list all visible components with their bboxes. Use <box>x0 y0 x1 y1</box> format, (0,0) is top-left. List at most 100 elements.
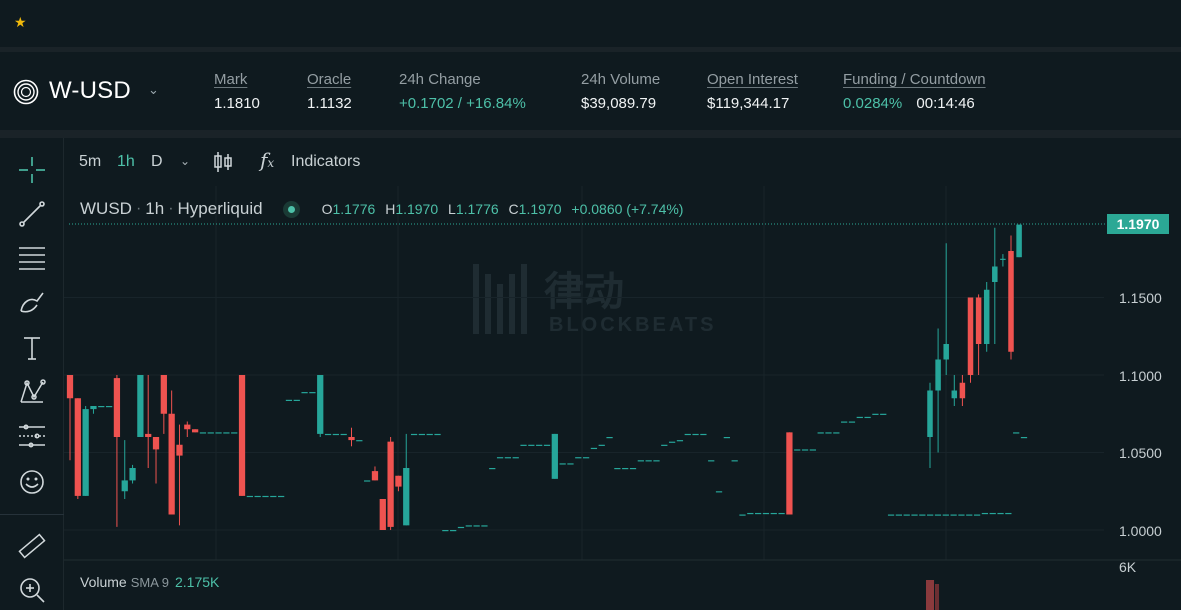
candle-body <box>919 514 926 516</box>
candle-body <box>817 432 824 434</box>
candle-body <box>645 460 652 462</box>
chart-legend: WUSD · 1h · Hyperliquid O1.1776 H1.1970 … <box>80 199 683 219</box>
candle-body <box>684 433 691 436</box>
ruler-icon[interactable] <box>14 528 50 564</box>
candle-body <box>121 480 128 492</box>
candle-body <box>270 495 277 498</box>
candle-body <box>129 468 136 481</box>
price-chart[interactable]: 律动 BLOCKBEATS WUSD · 1h · Hyperliquid O1… <box>64 186 1181 610</box>
market-symbol[interactable]: W-USD <box>49 77 131 105</box>
candle-body <box>582 457 590 459</box>
favorite-star-icon[interactable]: ★ <box>14 14 27 31</box>
candle-body <box>950 514 957 516</box>
volume-label: Volume <box>80 574 127 590</box>
interval-1h[interactable]: 1h <box>117 153 135 171</box>
candle-body <box>661 444 668 446</box>
candle-body <box>285 399 293 401</box>
stat-label[interactable]: Mark <box>214 71 260 88</box>
stat-label[interactable]: Oracle <box>307 71 352 88</box>
candle-body <box>715 491 723 493</box>
y-axis-tick: 1.1000 <box>1119 368 1162 384</box>
candle-body <box>387 441 394 527</box>
candle-body <box>184 424 191 430</box>
candle-body <box>238 375 246 496</box>
candle-body <box>1020 437 1028 439</box>
candle-body <box>992 266 998 282</box>
candle-body <box>864 416 871 419</box>
candle-body <box>551 433 558 479</box>
candle-body <box>747 512 754 515</box>
candle-body <box>942 514 949 516</box>
horizontal-lines-icon[interactable] <box>14 240 50 276</box>
candle-body <box>1005 512 1012 515</box>
candles-plot <box>64 186 1181 610</box>
stat-value: +0.1702 / +16.84% <box>399 95 526 112</box>
crosshair-icon[interactable] <box>14 152 50 188</box>
candle-body <box>254 495 261 498</box>
drawing-toolbar <box>0 138 64 610</box>
candle-body <box>481 525 488 527</box>
candle-body <box>410 433 418 436</box>
candle-body <box>880 413 887 415</box>
interval-d[interactable]: D <box>151 153 163 171</box>
candle-body <box>98 406 105 408</box>
candle-body <box>418 433 426 436</box>
stat-24h-volume: 24h Volume $39,089.79 <box>581 71 660 112</box>
interval-5m[interactable]: 5m <box>79 153 101 171</box>
stat-24h-change: 24h Change +0.1702 / +16.84% <box>399 71 526 112</box>
candle-body <box>841 421 848 423</box>
candle-body <box>231 432 238 434</box>
candle-body <box>809 449 816 451</box>
candles-icon[interactable] <box>212 150 234 174</box>
stat-value: $39,089.79 <box>581 95 657 112</box>
candle-body <box>528 444 535 446</box>
candle-body <box>512 457 519 459</box>
candle-body <box>739 514 746 516</box>
prediction-icon[interactable] <box>14 418 50 454</box>
candle-body <box>927 514 934 516</box>
legend-separator: · <box>135 200 142 217</box>
ohlc-change: +0.0860 (+7.74%) <box>571 201 684 217</box>
trend-line-icon[interactable] <box>14 196 50 232</box>
candle-body <box>975 297 982 344</box>
candle-body <box>403 468 410 526</box>
zoom-in-icon[interactable] <box>14 572 50 608</box>
candle-body <box>168 413 175 515</box>
candle-body <box>332 433 339 436</box>
candle-body <box>450 530 457 532</box>
chevron-down-icon[interactable]: ⌄ <box>180 154 190 168</box>
y-axis-tick: 1.1500 <box>1119 290 1162 306</box>
emoji-icon[interactable] <box>14 464 50 500</box>
interval-bar: 5m 1h D ⌄ fx Indicators <box>64 138 1181 186</box>
candle-body <box>536 444 543 446</box>
candle-body <box>559 463 566 465</box>
candle-body <box>943 344 949 360</box>
candle-body <box>872 413 879 415</box>
divider <box>0 130 1181 138</box>
candle-body <box>371 471 379 481</box>
candle-body <box>981 512 989 515</box>
candle-body <box>692 433 699 436</box>
candle-body <box>457 526 465 529</box>
candle-body <box>113 378 121 437</box>
candle-body <box>966 514 973 516</box>
candle-body <box>668 441 676 443</box>
chevron-down-icon[interactable]: ⌄ <box>148 82 159 98</box>
candle-body <box>1008 251 1014 352</box>
candle-body <box>934 514 942 516</box>
stat-label[interactable]: Funding / Countdown <box>843 71 986 88</box>
indicators-button[interactable]: Indicators <box>291 153 360 171</box>
function-icon[interactable]: fx <box>260 148 274 172</box>
ohlc-key: C <box>508 201 519 217</box>
last-price-tag: 1.1970 <box>1107 214 1169 234</box>
stat-value: 1.1810 <box>214 95 260 112</box>
pattern-icon[interactable] <box>14 374 50 410</box>
stat-value: 0.0284% 00:14:46 <box>843 95 986 112</box>
y-axis-tick: 1.0500 <box>1119 445 1162 461</box>
stat-label[interactable]: Open Interest <box>707 71 798 88</box>
chart-grid <box>64 186 1104 560</box>
text-icon[interactable] <box>14 330 50 366</box>
candle-body <box>176 444 183 456</box>
brush-icon[interactable] <box>14 284 50 320</box>
legend-separator: · <box>168 200 174 217</box>
